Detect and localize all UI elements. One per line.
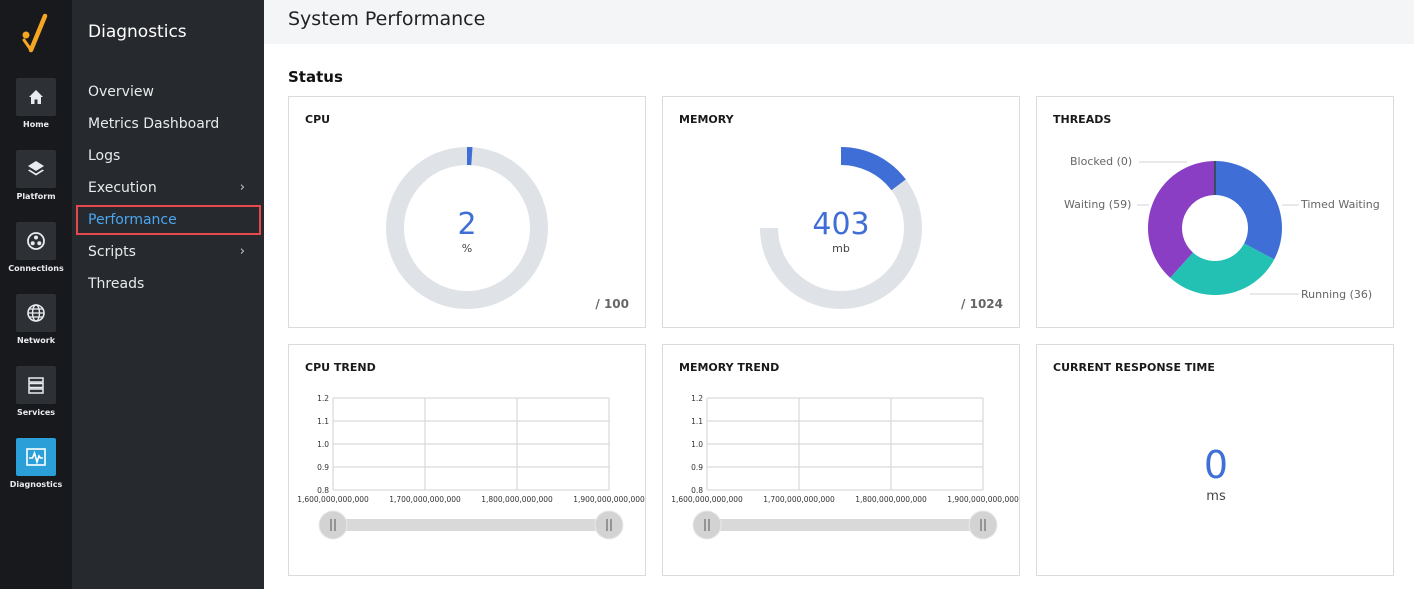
cpu-max: / 100: [595, 297, 629, 311]
rail-item-platform[interactable]: Platform: [0, 150, 72, 214]
home-icon: [16, 78, 56, 116]
server-icon: [16, 366, 56, 404]
gauge-fill: [840, 147, 906, 191]
nav-item-label: Execution: [88, 180, 157, 196]
x-tick-label: 1,700,000,000,000: [763, 495, 835, 504]
rail-label: Connections: [8, 264, 64, 273]
nav-item-label: Overview: [88, 84, 154, 100]
thread-label-waiting: Waiting (59): [1064, 198, 1132, 211]
cpu-card: CPU 2 % / 100: [288, 96, 646, 328]
nav-item-logs[interactable]: Logs: [76, 141, 261, 171]
memory-card: MEMORY 403 mb / 1024: [662, 96, 1020, 328]
range-slider-start-handle[interactable]: [692, 510, 722, 540]
cpu-trend-chart: 0.8 0.9 1.0 1.1 1.2 1,600,000,000,000 1,700,00…: [297, 394, 645, 540]
y-tick-label: 1.1: [317, 417, 329, 426]
y-tick-label: 1.0: [317, 440, 329, 449]
connections-icon: [16, 222, 56, 260]
rail-label: Home: [23, 120, 49, 129]
response-value: 0: [1203, 443, 1229, 487]
threads-card: THREADS Blocked (0) Waiting (59) Timed W…: [1036, 96, 1394, 328]
layers-icon: [16, 150, 56, 188]
main-content: System Performance Status CPU 2 % / 100 …: [264, 0, 1414, 589]
rail-item-connections[interactable]: Connections: [0, 222, 72, 286]
nav-item-scripts[interactable]: Scripts ›: [76, 237, 261, 267]
chevron-right-icon: ›: [239, 180, 245, 195]
y-tick-label: 0.9: [317, 463, 329, 472]
x-tick-label: 1,600,000,000,000: [297, 495, 369, 504]
card-title: CURRENT RESPONSE TIME: [1053, 361, 1215, 374]
cpu-trend-card: CPU TREND 0.8 0.9 1.0 1.1 1.2 1,600,000,000,0…: [288, 344, 646, 576]
nav-item-label: Threads: [88, 276, 145, 292]
nav-item-label: Metrics Dashboard: [88, 116, 220, 132]
range-slider-start-handle[interactable]: [318, 510, 348, 540]
nav-item-label: Logs: [88, 148, 121, 164]
page-title: System Performance: [288, 8, 486, 30]
y-tick-label: 1.0: [691, 440, 703, 449]
thread-label-blocked: Blocked (0): [1070, 155, 1133, 168]
memory-max: / 1024: [961, 297, 1003, 311]
range-slider-end-handle[interactable]: [968, 510, 998, 540]
y-tick-label: 0.9: [691, 463, 703, 472]
rail-item-network[interactable]: Network: [0, 294, 72, 358]
nav-item-metrics-dashboard[interactable]: Metrics Dashboard: [76, 109, 261, 139]
memory-value: 403: [812, 207, 870, 242]
page-header: System Performance: [264, 0, 1414, 44]
range-slider-track[interactable]: [333, 519, 609, 531]
diagnostics-nav: Diagnostics Overview Metrics Dashboard L…: [72, 0, 264, 589]
x-tick-label: 1,800,000,000,000: [855, 495, 927, 504]
nav-title: Diagnostics: [88, 22, 187, 42]
rail-item-services[interactable]: Services: [0, 366, 72, 430]
memory-trend-chart: 0.8 0.9 1.0 1.1 1.2 1,600,000,000,000 1,700,00…: [671, 394, 1019, 540]
slice-timed-waiting[interactable]: [1215, 161, 1282, 260]
nav-item-overview[interactable]: Overview: [76, 77, 261, 107]
rail-item-diagnostics[interactable]: Diagnostics: [0, 438, 72, 502]
x-tick-label: 1,900,000,000,000: [947, 495, 1019, 504]
x-tick-label: 1,700,000,000,000: [389, 495, 461, 504]
y-tick-label: 1.1: [691, 417, 703, 426]
x-tick-label: 1,600,000,000,000: [671, 495, 743, 504]
app-logo-icon[interactable]: [18, 10, 54, 54]
chevron-right-icon: ›: [239, 244, 245, 259]
globe-icon: [16, 294, 56, 332]
range-slider-track[interactable]: [707, 519, 983, 531]
response-unit: ms: [1206, 489, 1226, 504]
rail-label: Services: [16, 408, 56, 417]
rail-label: Network: [16, 336, 56, 345]
cpu-unit: %: [461, 242, 473, 255]
icon-rail: Home Platform Connections Network Servic…: [0, 0, 72, 589]
nav-item-label: Scripts: [88, 244, 136, 260]
rail-label: Diagnostics: [9, 480, 63, 489]
range-slider-end-handle[interactable]: [594, 510, 624, 540]
y-tick-label: 1.2: [317, 394, 329, 403]
thread-label-running: Running (36): [1301, 288, 1373, 301]
rail-label: Platform: [16, 192, 56, 201]
thread-label-timed-waiting: Timed Waiting: [1301, 198, 1380, 211]
memory-unit: mb: [832, 242, 850, 255]
y-tick-label: 0.8: [317, 486, 329, 495]
section-title: Status: [288, 68, 343, 86]
x-tick-label: 1,900,000,000,000: [573, 495, 645, 504]
response-time-card: CURRENT RESPONSE TIME 0 ms: [1036, 344, 1394, 576]
x-tick-label: 1,800,000,000,000: [481, 495, 553, 504]
pulse-icon: [16, 438, 56, 476]
memory-trend-card: MEMORY TREND 0.8 0.9 1.0 1.1 1.2 1,600,000,00…: [662, 344, 1020, 576]
nav-item-threads[interactable]: Threads: [76, 269, 261, 299]
cpu-value: 2: [457, 207, 477, 242]
nav-item-label: Performance: [88, 212, 177, 228]
y-tick-label: 1.2: [691, 394, 703, 403]
nav-item-performance[interactable]: Performance: [76, 205, 261, 235]
nav-item-execution[interactable]: Execution ›: [76, 173, 261, 203]
y-tick-label: 0.8: [691, 486, 703, 495]
rail-item-home[interactable]: Home: [0, 78, 72, 142]
